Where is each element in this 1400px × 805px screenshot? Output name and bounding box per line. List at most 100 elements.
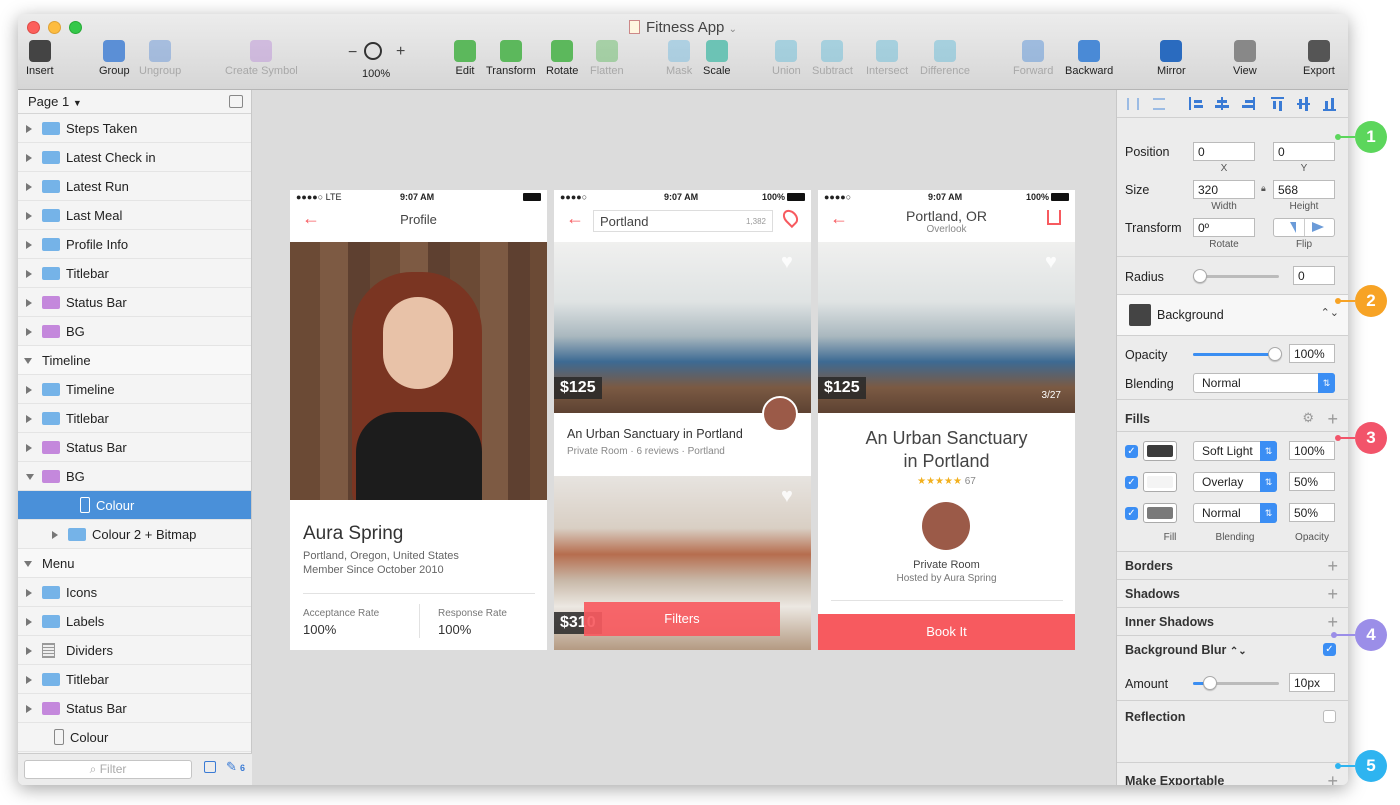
layer-row[interactable]: Status Bar bbox=[18, 433, 251, 462]
disclosure-closed-icon[interactable] bbox=[52, 531, 58, 539]
book-it-button[interactable]: Book It bbox=[818, 614, 1075, 650]
zoom-in-button[interactable]: + bbox=[396, 43, 405, 61]
heart-icon[interactable]: ♥ bbox=[1045, 252, 1063, 272]
artboard-profile[interactable]: ●●●●○ LTE 9:07 AM ← Profile Aura Spring … bbox=[290, 190, 547, 650]
blending-select[interactable]: Normal ⇅ bbox=[1193, 373, 1335, 393]
reflection-checkbox[interactable] bbox=[1323, 710, 1336, 723]
chevron-down-icon[interactable]: ⌄ bbox=[729, 24, 737, 35]
fill-color-swatch[interactable] bbox=[1143, 441, 1177, 461]
intersect-button[interactable]: Intersect bbox=[866, 40, 908, 77]
align-top-icon[interactable] bbox=[1271, 97, 1284, 111]
export-button[interactable]: Export bbox=[1303, 40, 1335, 77]
add-inner-shadow-button[interactable]: + bbox=[1327, 613, 1338, 631]
page-selector[interactable]: Page 1 ▼ bbox=[18, 90, 251, 114]
layer-row[interactable]: Profile Info bbox=[18, 230, 251, 259]
disclosure-closed-icon[interactable] bbox=[26, 705, 32, 713]
align-left-icon[interactable] bbox=[1189, 97, 1203, 110]
fill-opacity-field[interactable]: 50% bbox=[1289, 472, 1335, 491]
fill-opacity-field[interactable]: 50% bbox=[1289, 503, 1335, 522]
opacity-slider[interactable] bbox=[1193, 347, 1282, 361]
fill-checkbox[interactable]: ✓ bbox=[1125, 445, 1138, 458]
forward-button[interactable]: Forward bbox=[1013, 40, 1053, 77]
background-blur-header[interactable]: Background Blur ⌃⌄ bbox=[1125, 643, 1247, 657]
y-field[interactable]: 0 bbox=[1273, 142, 1335, 161]
disclosure-closed-icon[interactable] bbox=[26, 125, 32, 133]
layer-row[interactable]: Latest Run bbox=[18, 172, 251, 201]
distribute-horizontal-icon[interactable] bbox=[1127, 98, 1139, 110]
align-right-icon[interactable] bbox=[1241, 97, 1255, 110]
add-shadow-button[interactable]: + bbox=[1327, 585, 1338, 603]
disclosure-open-icon[interactable] bbox=[24, 358, 32, 364]
background-blur-checkbox[interactable]: ✓ bbox=[1323, 643, 1336, 656]
disclosure-open-icon[interactable] bbox=[26, 474, 34, 480]
fill-opacity-field[interactable]: 100% bbox=[1289, 441, 1335, 460]
disclosure-open-icon[interactable] bbox=[24, 561, 32, 567]
transform-button[interactable]: Transform bbox=[486, 40, 536, 77]
heart-icon[interactable]: ♥ bbox=[781, 486, 799, 506]
disclosure-closed-icon[interactable] bbox=[26, 241, 32, 249]
layer-row[interactable]: Latest Check in bbox=[18, 143, 251, 172]
radius-field[interactable]: 0 bbox=[1293, 266, 1335, 285]
zoom-out-button[interactable]: − bbox=[348, 44, 357, 62]
fill-color-swatch[interactable] bbox=[1143, 472, 1177, 492]
layer-row[interactable]: Colour bbox=[18, 491, 251, 520]
host-avatar[interactable] bbox=[922, 502, 970, 550]
rotate-field[interactable]: 0º bbox=[1193, 218, 1255, 237]
radius-slider[interactable] bbox=[1193, 269, 1279, 283]
layer-row[interactable]: BG bbox=[18, 317, 251, 346]
layer-row[interactable]: Menu bbox=[18, 549, 251, 578]
width-field[interactable]: 320 bbox=[1193, 180, 1255, 199]
blur-amount-field[interactable]: 10px bbox=[1289, 673, 1335, 692]
fill-blend-select[interactable]: Soft Light ⇅ bbox=[1193, 441, 1277, 461]
avatar[interactable] bbox=[762, 396, 798, 432]
disclosure-closed-icon[interactable] bbox=[26, 270, 32, 278]
map-pin-icon[interactable] bbox=[779, 206, 802, 229]
add-fill-button[interactable]: + bbox=[1327, 410, 1338, 428]
subtract-button[interactable]: Subtract bbox=[812, 40, 853, 77]
share-icon[interactable] bbox=[1047, 210, 1061, 225]
layer-row[interactable]: Dividers bbox=[18, 636, 251, 665]
listing-photo[interactable]: ♥ $125 bbox=[554, 242, 811, 413]
backward-button[interactable]: Backward bbox=[1065, 40, 1113, 77]
union-button[interactable]: Union bbox=[772, 40, 801, 77]
heart-icon[interactable]: ♥ bbox=[781, 252, 799, 272]
disclosure-closed-icon[interactable] bbox=[26, 618, 32, 626]
layer-row[interactable]: Status Bar bbox=[18, 288, 251, 317]
fill-blend-select[interactable]: Normal ⇅ bbox=[1193, 503, 1277, 523]
distribute-vertical-icon[interactable] bbox=[1153, 98, 1165, 110]
layer-row[interactable]: Timeline bbox=[18, 346, 251, 375]
create-symbol-button[interactable]: Create Symbol bbox=[225, 40, 298, 77]
flip-vertical-icon[interactable] bbox=[1312, 222, 1324, 232]
edit-button[interactable]: Edit bbox=[454, 40, 476, 77]
align-bottom-icon[interactable] bbox=[1323, 97, 1336, 111]
slider-knob[interactable] bbox=[1268, 347, 1282, 361]
mask-button[interactable]: Mask bbox=[666, 40, 692, 77]
blur-amount-slider[interactable] bbox=[1193, 676, 1279, 690]
disclosure-closed-icon[interactable] bbox=[26, 154, 32, 162]
artboard-search[interactable]: ●●●●○ 9:07 AM 100% ← Portland 1,382 ♥ $12… bbox=[554, 190, 811, 650]
canvas[interactable]: ●●●●○ LTE 9:07 AM ← Profile Aura Spring … bbox=[252, 90, 1116, 785]
artboard-detail[interactable]: ●●●●○ 9:07 AM 100% ← Portland, OR Overlo… bbox=[818, 190, 1075, 650]
chevron-updown-icon[interactable]: ⌃⌄ bbox=[1321, 306, 1339, 319]
pages-toggle-icon[interactable] bbox=[229, 95, 243, 108]
layer-row[interactable]: Status Bar bbox=[18, 694, 251, 723]
disclosure-closed-icon[interactable] bbox=[26, 386, 32, 394]
layer-row[interactable]: Colour 2 + Bitmap bbox=[18, 520, 251, 549]
shared-style-selector[interactable]: Background ⌃⌄ bbox=[1117, 295, 1348, 335]
disclosure-closed-icon[interactable] bbox=[26, 647, 32, 655]
disclosure-closed-icon[interactable] bbox=[26, 676, 32, 684]
disclosure-closed-icon[interactable] bbox=[26, 328, 32, 336]
x-field[interactable]: 0 bbox=[1193, 142, 1255, 161]
layer-row[interactable]: Last Meal bbox=[18, 201, 251, 230]
add-border-button[interactable]: + bbox=[1327, 557, 1338, 575]
layer-row[interactable]: Icons bbox=[18, 578, 251, 607]
disclosure-closed-icon[interactable] bbox=[26, 212, 32, 220]
gear-icon[interactable]: ⚙ bbox=[1302, 410, 1314, 426]
fill-color-swatch[interactable] bbox=[1143, 503, 1177, 523]
duplicate-icon[interactable] bbox=[204, 761, 216, 773]
difference-button[interactable]: Difference bbox=[920, 40, 970, 77]
listing-photo[interactable]: ♥ $125 3/27 bbox=[818, 242, 1075, 413]
slider-knob[interactable] bbox=[1193, 269, 1207, 283]
flatten-button[interactable]: Flatten bbox=[590, 40, 624, 77]
fill-checkbox[interactable]: ✓ bbox=[1125, 507, 1138, 520]
